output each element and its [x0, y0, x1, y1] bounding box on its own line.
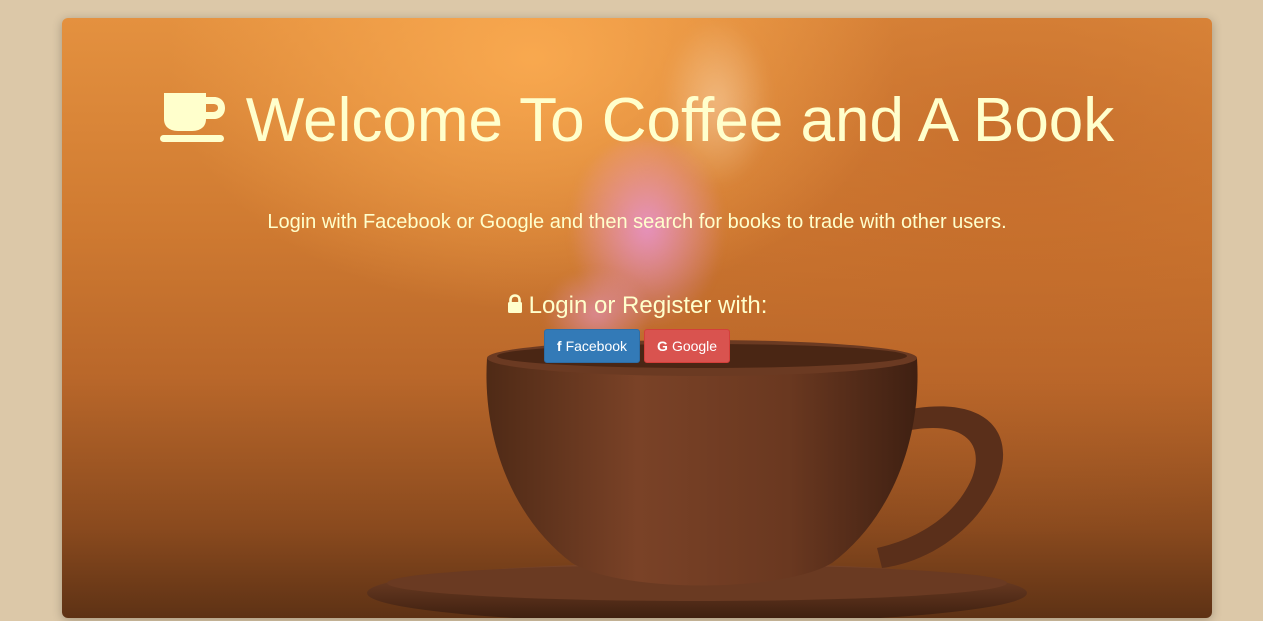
page-title: Welcome To Coffee and A Book — [62, 86, 1212, 156]
login-heading: Login or Register with: — [62, 292, 1212, 320]
lock-icon — [507, 294, 522, 313]
intro-text: Login with Facebook or Google and then s… — [267, 211, 1007, 233]
page-title-text: Welcome To Coffee and A Book — [245, 86, 1115, 155]
login-buttons: f Facebook G Google — [62, 329, 1212, 363]
google-button-label: Google — [671, 338, 718, 354]
facebook-icon: f — [556, 338, 562, 354]
facebook-button-label: Facebook — [565, 338, 628, 354]
google-login-button[interactable]: G Google — [644, 329, 731, 363]
google-icon: G — [657, 338, 668, 354]
coffee-cup-icon — [159, 93, 225, 142]
facebook-login-button[interactable]: f Facebook — [543, 329, 641, 363]
hero-banner: Welcome To Coffee and A Book Login with … — [62, 18, 1212, 618]
login-heading-text: Login or Register with: — [528, 292, 768, 319]
